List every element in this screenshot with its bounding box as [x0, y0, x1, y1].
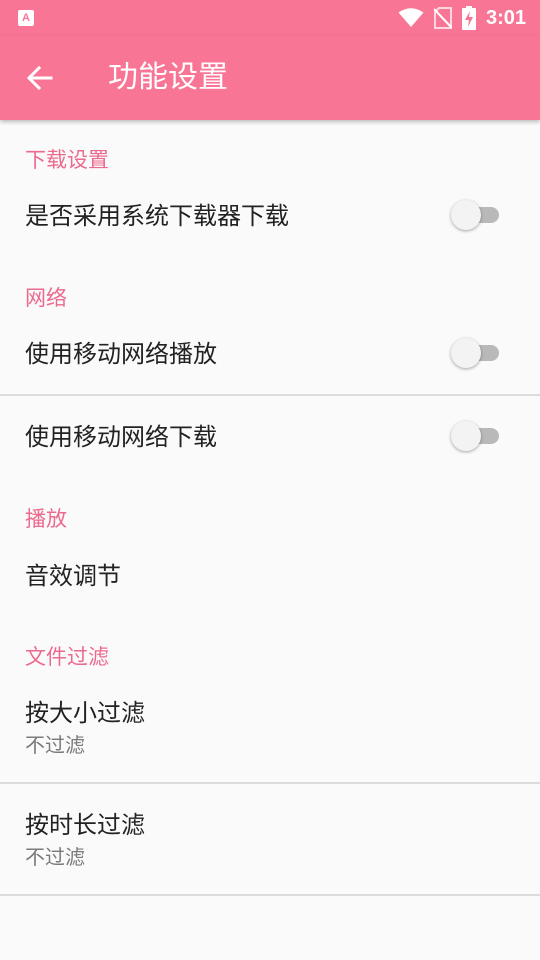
setting-title-mobile-download: 使用移动网络下载: [25, 423, 217, 451]
setting-summary-filter-by-duration: 不过滤: [25, 845, 85, 869]
toggle-thumb: [451, 338, 481, 368]
setting-title-sound-effect: 音效调节: [25, 562, 121, 590]
wifi-icon: [398, 8, 424, 27]
status-icons: 3:01: [398, 0, 526, 36]
app-notification-icon: A: [18, 10, 34, 26]
toggle-thumb: [451, 200, 481, 230]
setting-title-mobile-play: 使用移动网络播放: [25, 340, 217, 368]
setting-title-system-downloader: 是否采用系统下载器下载: [25, 202, 289, 230]
toggle-system-downloader[interactable]: [451, 200, 501, 230]
setting-row-filter-by-size[interactable]: [0, 678, 540, 782]
arrow-left-icon: [27, 65, 53, 91]
status-bar: A 3:01: [0, 0, 540, 36]
section-header-playback: 播放: [25, 507, 67, 531]
setting-title-filter-by-size: 按大小过滤: [25, 699, 145, 727]
section-header-network: 网络: [25, 286, 67, 310]
toggle-mobile-play[interactable]: [451, 338, 501, 368]
status-time: 3:01: [485, 6, 526, 29]
no-sim-icon: [433, 7, 452, 29]
section-header-download: 下载设置: [25, 148, 109, 172]
battery-charging-icon: [461, 6, 476, 30]
setting-title-filter-by-duration: 按时长过滤: [25, 811, 145, 839]
page-title: 功能设置: [108, 60, 228, 95]
divider: [0, 894, 540, 896]
app-notification-letter: A: [22, 11, 30, 24]
back-button[interactable]: [20, 58, 60, 98]
setting-summary-filter-by-size: 不过滤: [25, 733, 85, 757]
section-header-file-filter: 文件过滤: [25, 645, 109, 669]
app-bar: 功能设置: [0, 36, 540, 120]
toggle-thumb: [451, 421, 481, 451]
toggle-mobile-download[interactable]: [451, 421, 501, 451]
